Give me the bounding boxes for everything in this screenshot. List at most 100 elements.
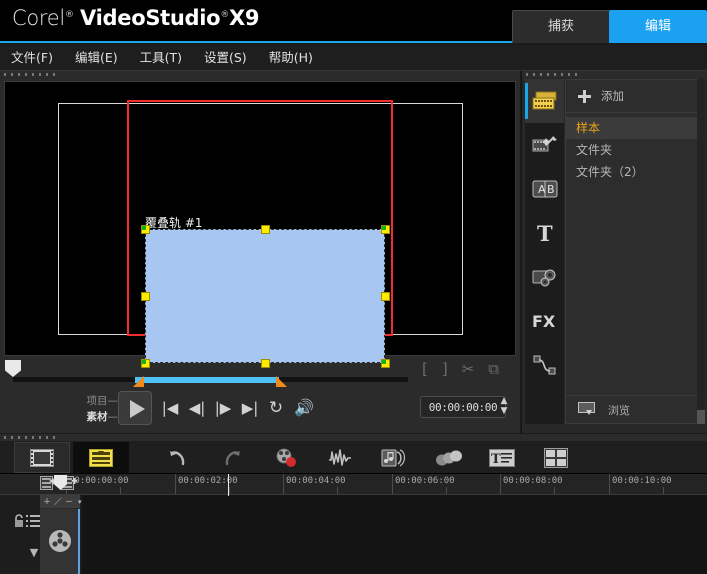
ruler-label-10s: 00:00:10:00 — [612, 476, 672, 486]
repeat-button[interactable]: ↻ — [264, 397, 288, 419]
path-icon-glyph — [533, 355, 555, 375]
timecode-stepper[interactable]: ▲ ▼ — [498, 396, 510, 418]
library-item-sample[interactable]: 样本 — [566, 117, 698, 139]
project-dash: — — [107, 395, 119, 407]
library-scrollbar[interactable] — [697, 79, 705, 424]
instant-project-icon-glyph — [532, 136, 557, 152]
record-capture-icon[interactable] — [271, 443, 301, 472]
svg-text:FX: FX — [532, 312, 556, 331]
preview-edit-icons: [ ] ✂ ⧉ — [422, 360, 499, 378]
library-panel-grip[interactable] — [522, 71, 707, 78]
undo-icon[interactable] — [163, 443, 193, 472]
instant-project-icon[interactable] — [525, 123, 564, 167]
handle-middle-left[interactable] — [141, 292, 150, 301]
preview-timecode-field[interactable]: 00:00:00:00 — [420, 396, 506, 418]
end-button[interactable]: ▶| — [238, 397, 262, 419]
title-t-icon-glyph: T — [537, 222, 553, 244]
menu-file[interactable]: 文件(F) — [0, 45, 64, 71]
next-frame-button[interactable]: |▶ — [211, 397, 235, 419]
track-slash-icon[interactable]: ／ — [54, 496, 62, 507]
motion-tracking-icon[interactable] — [433, 443, 463, 472]
handle-bottom-center[interactable] — [261, 359, 270, 368]
previous-frame-button[interactable]: ◀| — [185, 397, 209, 419]
preview-stage[interactable]: 覆叠轨 #1 — [4, 81, 516, 368]
track-header-toolbar: ＋ ／ － ▾ — [40, 495, 82, 509]
storyboard-view-button[interactable] — [14, 442, 70, 473]
handle-bottom-left[interactable] — [141, 359, 150, 368]
preview-trim-selection[interactable] — [135, 377, 279, 383]
timeline-ruler[interactable]: 00:00:00:00 00:00:02:00 00:00:04:00 00:0… — [0, 474, 707, 495]
split-clip-icon[interactable]: ✂ — [462, 360, 475, 378]
redo-icon[interactable] — [217, 443, 247, 472]
clip-mode-label[interactable]: 素材 — [87, 411, 108, 423]
brand-trademark-2: ® — [220, 10, 230, 20]
multi-trim-icon[interactable] — [541, 443, 571, 472]
browse-label: 浏览 — [608, 403, 630, 417]
add-folder-label: 添加 — [601, 89, 624, 103]
add-folder-button[interactable]: 添加 — [566, 80, 698, 113]
audio-mixer-icon[interactable] — [325, 443, 355, 472]
preview-playhead-marker[interactable] — [5, 360, 21, 377]
subtitle-editor-icon[interactable]: T — [487, 443, 517, 472]
menubar: 文件(F) 编辑(E) 工具(T) 设置(S) 帮助(H) — [0, 45, 707, 71]
enlarge-preview-icon[interactable]: ⧉ — [488, 360, 499, 378]
timeline-body: ▼ ＋ ／ － ▾ — [0, 495, 707, 574]
menu-tools[interactable]: 工具(T) — [129, 45, 193, 71]
graphic-icon[interactable] — [525, 255, 564, 299]
undo-icon-glyph — [170, 450, 185, 465]
video-track-lane[interactable] — [82, 495, 707, 574]
track-add-icon[interactable]: ＋ — [43, 496, 51, 507]
video-track-header[interactable]: ＋ ／ － ▾ — [40, 495, 82, 574]
handle-middle-right[interactable] — [381, 292, 390, 301]
preview-panel: 覆叠轨 #1 项目— 素材— |◀ ◀| |▶ ▶| ↻ 🔊 — [0, 71, 520, 433]
title-t-icon[interactable]: T — [525, 211, 564, 255]
handle-top-right[interactable] — [381, 225, 390, 234]
brand-trademark-1: ® — [64, 10, 74, 20]
app-logo: Corel® VideoStudio®X9 — [12, 6, 260, 30]
menu-settings[interactable]: 设置(S) — [193, 45, 258, 71]
media-icon[interactable] — [525, 79, 564, 123]
overlay-object[interactable] — [145, 229, 385, 363]
media-icon-glyph — [532, 91, 556, 110]
handle-top-left[interactable] — [141, 225, 150, 234]
timeline-panel-grip[interactable] — [0, 434, 707, 441]
track-dropdown-icon[interactable]: ▾ — [78, 498, 82, 506]
library-item-folder-2[interactable]: 文件夹（2） — [566, 161, 698, 183]
timeline-panel: T 00:00:00:00 00:00:02:00 00:00:04:00 00… — [0, 434, 707, 574]
workspace-tabs: 捕获 编辑 — [512, 10, 707, 43]
preview-panel-grip[interactable] — [0, 71, 520, 78]
menu-edit[interactable]: 编辑(E) — [64, 45, 129, 71]
volume-button[interactable]: 🔊 — [292, 397, 316, 419]
storyboard-view-icon — [30, 448, 54, 467]
multi-trim-icon-glyph — [544, 447, 568, 468]
track-remove-icon[interactable]: － — [65, 496, 73, 507]
auto-music-icon-glyph — [381, 448, 406, 466]
menu-help[interactable]: 帮助(H) — [258, 45, 324, 71]
svg-text:T: T — [537, 222, 553, 244]
browse-button[interactable]: 浏览 — [566, 395, 698, 423]
filter-fx-icon[interactable]: FX — [525, 299, 564, 343]
handle-top-center[interactable] — [261, 225, 270, 234]
motion-tracking-icon-glyph — [436, 450, 462, 465]
library-scrollbar-thumb[interactable] — [697, 410, 705, 424]
handle-bottom-right[interactable] — [381, 359, 390, 368]
library-category-rail: A B T FX — [525, 79, 564, 424]
path-icon[interactable] — [525, 343, 564, 387]
tab-capture[interactable]: 捕获 — [512, 10, 610, 43]
tab-edit[interactable]: 编辑 — [609, 10, 707, 43]
redo-icon-glyph — [225, 450, 240, 465]
brand-version: X9 — [229, 6, 260, 30]
mark-out-icon[interactable]: ] — [442, 360, 448, 378]
project-mode-label[interactable]: 项目 — [87, 395, 108, 407]
library-item-folder[interactable]: 文件夹 — [566, 139, 698, 161]
timeline-view-button[interactable] — [73, 442, 129, 473]
record-capture-icon-glyph — [276, 448, 296, 467]
play-button[interactable] — [118, 391, 152, 425]
videostudio-window: Corel® VideoStudio®X9 捕获 编辑 文件(F) 编辑(E) … — [0, 0, 707, 574]
transition-ab-icon[interactable]: A B — [525, 167, 564, 211]
ruler-label-8s: 00:00:08:00 — [503, 476, 563, 486]
mark-in-icon[interactable]: [ — [422, 360, 428, 378]
auto-music-icon[interactable] — [379, 443, 409, 472]
home-button[interactable]: |◀ — [158, 397, 182, 419]
timeline-view-icon — [89, 448, 113, 467]
